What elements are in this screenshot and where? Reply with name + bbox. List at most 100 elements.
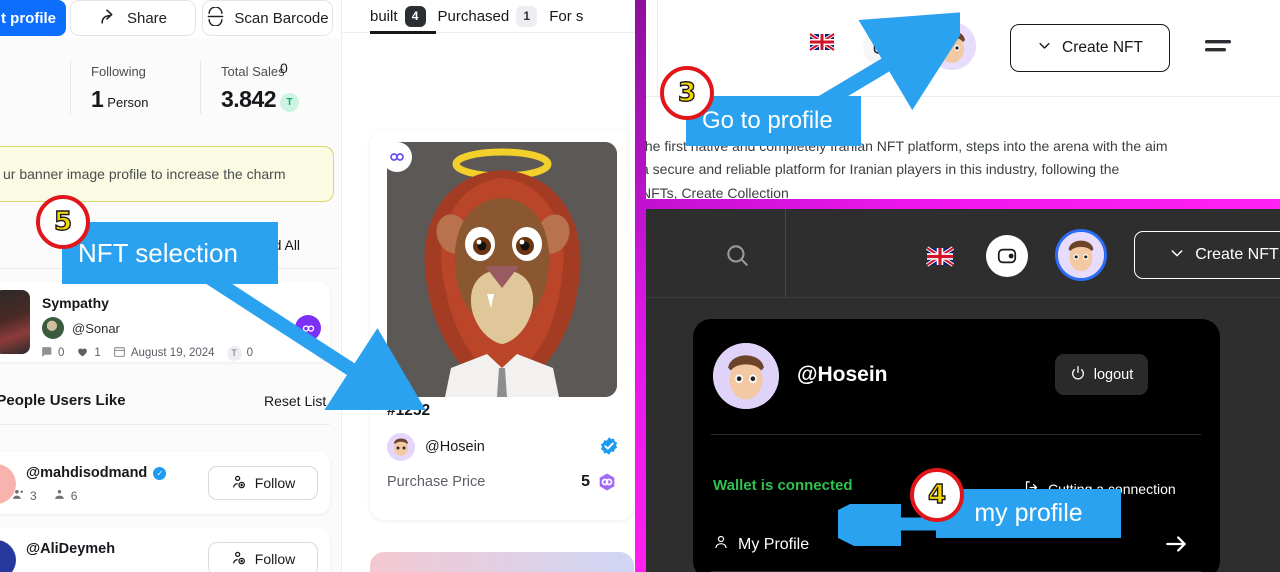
nft-card-next[interactable] [370, 552, 634, 572]
person-handle: @mahdisodmand ✓ [26, 465, 167, 481]
stat-following: Following 1 Person [70, 60, 205, 114]
chain-icon [382, 142, 412, 172]
person-stats: 3 6 [12, 488, 77, 504]
nft-price-value: 5 [581, 473, 590, 490]
tab-for-sale-label: For s [549, 7, 584, 25]
share-button[interactable]: Share [70, 0, 196, 36]
arrow-right-icon[interactable] [1163, 531, 1189, 557]
banner-tip-text: ur banner image profile to increase the … [3, 166, 286, 182]
create-nft-label: Create NFT [1195, 246, 1279, 263]
banner-tip-message: ur banner image profile to increase the … [0, 146, 334, 202]
tab-built-count: 4 [404, 5, 426, 27]
annotation-badge-3: 3 [660, 66, 714, 120]
annotation-badge-5: 5 [36, 195, 90, 249]
like-count: 1 [76, 345, 101, 361]
like-count-value: 1 [94, 347, 101, 359]
people-title: er People Users Like [0, 392, 126, 409]
hamburger-icon[interactable] [1203, 38, 1233, 54]
barcode-scan-icon [206, 5, 225, 30]
logout-label: logout [1093, 366, 1134, 383]
stat-total-sales-value: 3.842 [221, 86, 277, 112]
user-icon [713, 534, 729, 555]
verified-icon: ✓ [153, 466, 167, 480]
comment-count: 0 [40, 345, 64, 361]
followers-count: 3 [12, 488, 37, 504]
heart-icon [76, 345, 89, 361]
following-icon [53, 488, 66, 504]
tab-purchased-label: Purchased [437, 7, 510, 25]
verified-icon [599, 436, 619, 456]
profile-toolbar: t profile Share Scan Barcode [0, 0, 340, 38]
add-user-icon [231, 550, 247, 569]
screenshot-root: t profile Share Scan Barcode Following 1… [0, 0, 1280, 572]
scan-barcode-button[interactable]: Scan Barcode [202, 0, 333, 36]
my-profile-menu-item[interactable]: My Profile [713, 534, 809, 555]
my-profile-label: My Profile [738, 535, 810, 553]
annotation-arrow-5 [206, 272, 430, 410]
calendar-icon [113, 345, 126, 361]
nft-tabs: built 4 Purchased 1 For s [342, 0, 640, 32]
avatar [387, 433, 415, 461]
followers-icon [12, 488, 25, 504]
person-handle-text: @AliDeymeh [26, 541, 116, 557]
notification-title: Sympathy [42, 295, 109, 311]
notification-thumbnail [0, 290, 30, 354]
header-divider-vertical [657, 0, 658, 96]
tab-purchased-count: 1 [516, 5, 538, 27]
chain-icon [597, 472, 617, 492]
nft-owner-handle: @Hosein [425, 439, 485, 455]
tab-active-underline [370, 31, 436, 34]
notification-handle: @Sonar [72, 320, 120, 336]
profile-handle: @Hosein [797, 363, 888, 386]
notification-price: 0 [280, 60, 288, 76]
dropdown-divider [711, 434, 1201, 435]
scan-barcode-label: Scan Barcode [234, 9, 329, 27]
search-icon[interactable] [724, 242, 750, 268]
list-item[interactable]: @AliDeymeh Follow [0, 528, 330, 572]
follow-button[interactable]: Follow [208, 542, 318, 572]
create-nft-button[interactable]: Create NFT [1134, 231, 1280, 279]
create-nft-label: Create NFT [1062, 39, 1143, 56]
tab-purchased[interactable]: Purchased 1 [437, 5, 538, 27]
add-user-icon [231, 474, 247, 493]
people-divider [0, 424, 330, 425]
person-handle-text: @mahdisodmand [26, 465, 148, 481]
list-item[interactable]: @mahdisodmand ✓ 3 6 Follow [0, 452, 330, 514]
create-nft-button[interactable]: Create NFT [1010, 24, 1170, 72]
avatar [42, 317, 64, 339]
share-icon [99, 7, 118, 30]
wallet-icon[interactable] [986, 235, 1028, 277]
about-paragraph-line: NFTs, Create Collection [645, 185, 789, 200]
comment-count-value: 0 [58, 347, 65, 359]
share-label: Share [126, 9, 168, 27]
followers-value: 3 [30, 489, 37, 503]
power-icon [1070, 365, 1086, 385]
avatar-icon[interactable] [1055, 229, 1107, 281]
header-divider-horizontal [646, 297, 1280, 298]
annotation-label-3: Go to profile [686, 96, 861, 146]
notification-author: @Sonar [42, 317, 120, 339]
nft-price-row: Purchase Price 5 [387, 472, 617, 492]
following-count: 6 [53, 488, 78, 504]
annotation-badge-4: 4 [910, 468, 964, 522]
about-paragraph-line: a secure and reliable platform for Irani… [645, 161, 1120, 177]
following-value: 6 [70, 489, 78, 503]
follow-label: Follow [254, 475, 296, 491]
stat-following-value: 1 [91, 86, 104, 112]
tab-built-label: built [370, 7, 398, 25]
follow-label: Follow [254, 551, 296, 567]
ton-token-icon: T [280, 93, 300, 112]
annotation-label-5: NFT selection [62, 222, 278, 284]
flag-uk-icon[interactable] [925, 241, 955, 271]
tab-for-sale[interactable]: For s [549, 8, 583, 25]
person-handle: @AliDeymeh [26, 541, 115, 557]
follow-button[interactable]: Follow [208, 466, 318, 500]
chevron-down-icon [1037, 38, 1052, 58]
magenta-divider-horizontal [640, 199, 1280, 209]
stat-total-sales: Total Sales 3.842 T [200, 60, 340, 114]
tab-built[interactable]: built 4 [370, 5, 426, 27]
nft-owner-row[interactable]: @Hosein [387, 432, 619, 462]
edit-profile-button[interactable]: t profile [0, 0, 66, 36]
logout-button[interactable]: logout [1055, 354, 1148, 395]
magenta-divider-vertical [635, 0, 646, 572]
